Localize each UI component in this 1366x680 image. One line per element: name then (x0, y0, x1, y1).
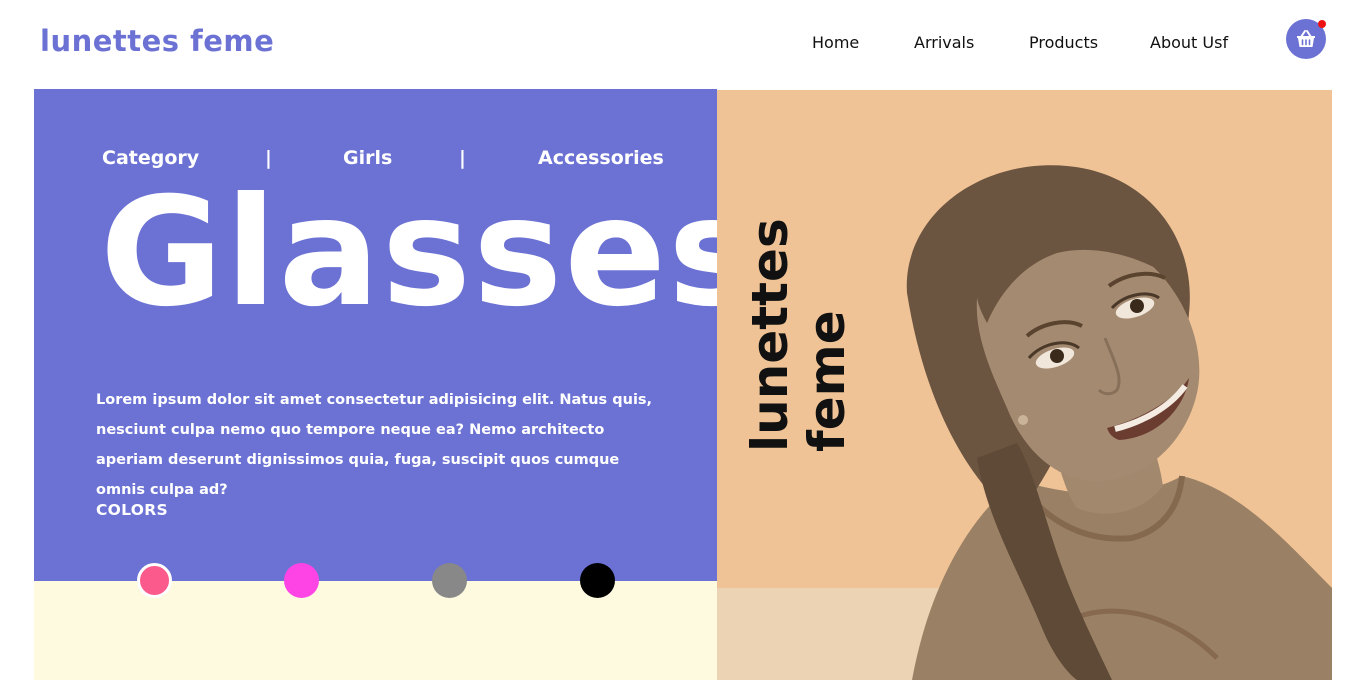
cart-notification-dot (1318, 20, 1326, 28)
vertical-text-line2: feme (798, 310, 856, 452)
nav-arrivals[interactable]: Arrivals (914, 33, 974, 52)
hero-title: Glasses (100, 166, 760, 340)
vertical-brand-text: lunettes feme (741, 218, 856, 455)
color-swatch-black[interactable] (580, 563, 615, 598)
color-swatch-pink[interactable] (137, 563, 172, 598)
site-header: lunettes feme Home Arrivals Products Abo… (0, 0, 1366, 89)
cart-button[interactable] (1286, 19, 1326, 59)
model-portrait (906, 165, 1332, 680)
hero-bottom-strip (34, 581, 717, 680)
vertical-text-line1: lunettes (741, 218, 799, 452)
nav-about[interactable]: About Usf (1150, 33, 1228, 52)
product-description: Lorem ipsum dolor sit amet consectetur a… (96, 392, 653, 498)
nav-home[interactable]: Home (812, 33, 859, 52)
basket-icon (1297, 30, 1315, 47)
colors-label: COLORS (96, 501, 168, 519)
site-logo[interactable]: lunettes feme (40, 24, 274, 58)
color-swatch-magenta[interactable] (284, 563, 319, 598)
nav-products[interactable]: Products (1029, 33, 1098, 52)
color-swatch-gray[interactable] (432, 563, 467, 598)
